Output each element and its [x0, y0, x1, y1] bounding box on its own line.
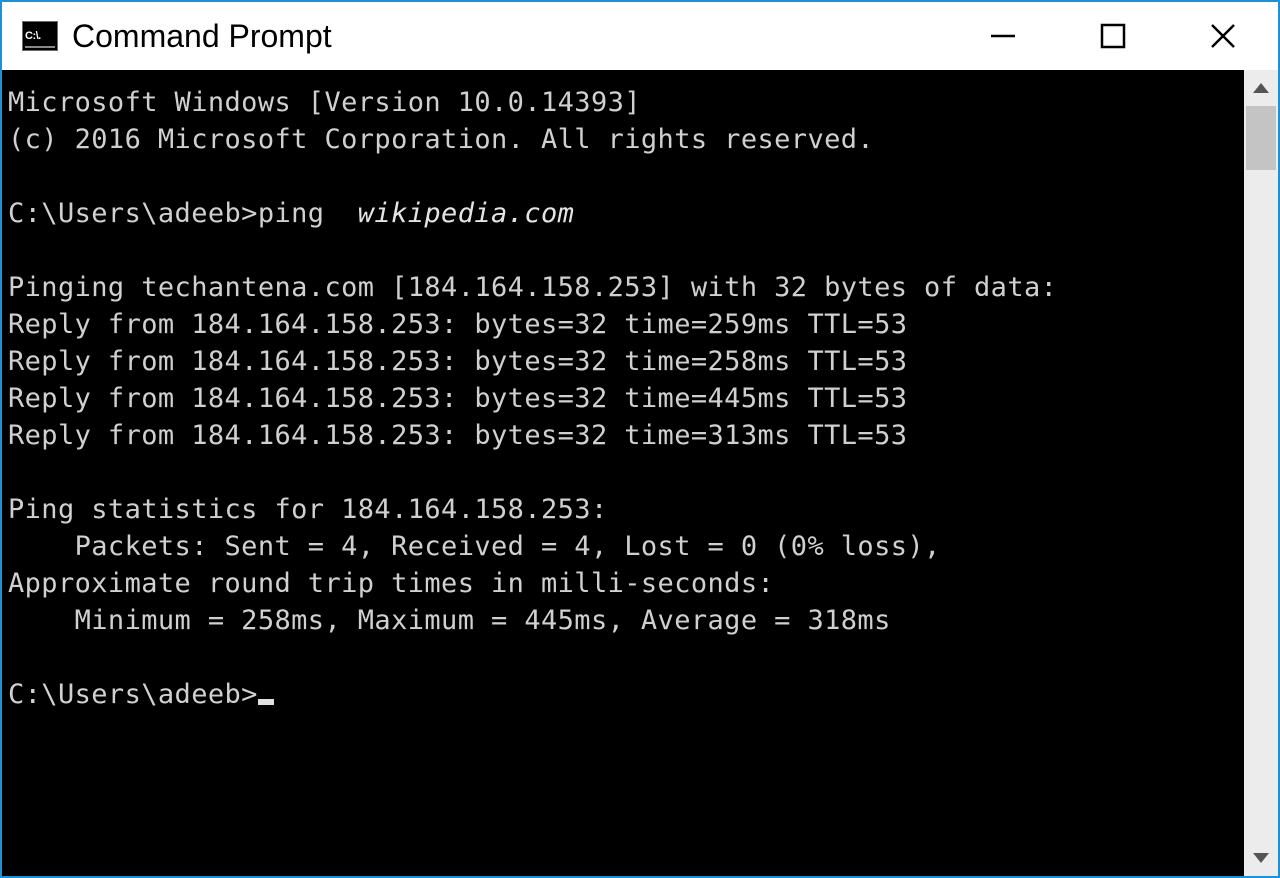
minimize-icon [989, 22, 1017, 50]
prompt-line-2: C:\Users\adeeb> [8, 679, 258, 710]
line-copyright: (c) 2016 Microsoft Corporation. All righ… [8, 124, 874, 155]
stats-rtt-header: Approximate round trip times in milli-se… [8, 568, 774, 599]
scroll-thumb[interactable] [1246, 106, 1276, 170]
chevron-down-icon [1253, 853, 1269, 863]
window-title: Command Prompt [72, 18, 332, 55]
scroll-down-button[interactable] [1244, 840, 1278, 876]
stats-rtt: Minimum = 258ms, Maximum = 445ms, Averag… [8, 605, 891, 636]
close-button[interactable] [1168, 2, 1278, 70]
scroll-track[interactable] [1244, 106, 1278, 840]
window-controls [948, 2, 1278, 70]
client-area: Microsoft Windows [Version 10.0.14393] (… [2, 70, 1278, 876]
close-icon [1209, 22, 1237, 50]
ping-header: Pinging techantena.com [184.164.158.253]… [8, 272, 1057, 303]
line-version: Microsoft Windows [Version 10.0.14393] [8, 87, 641, 118]
chevron-up-icon [1253, 83, 1269, 93]
prompt-line-1: C:\Users\adeeb>ping wikipedia.com [8, 198, 574, 229]
stats-packets: Packets: Sent = 4, Received = 4, Lost = … [8, 531, 941, 562]
ping-reply-2: Reply from 184.164.158.253: bytes=32 tim… [8, 346, 907, 377]
ping-reply-3: Reply from 184.164.158.253: bytes=32 tim… [8, 383, 907, 414]
terminal-output[interactable]: Microsoft Windows [Version 10.0.14393] (… [2, 70, 1244, 876]
maximize-icon [1100, 23, 1126, 49]
minimize-button[interactable] [948, 2, 1058, 70]
titlebar[interactable]: C:\. Command Prompt [2, 2, 1278, 70]
ping-reply-1: Reply from 184.164.158.253: bytes=32 tim… [8, 309, 907, 340]
vertical-scrollbar[interactable] [1244, 70, 1278, 876]
typed-command: wikipedia.com [358, 198, 575, 229]
cursor [258, 699, 274, 705]
maximize-button[interactable] [1058, 2, 1168, 70]
stats-header: Ping statistics for 184.164.158.253: [8, 494, 608, 525]
ping-reply-4: Reply from 184.164.158.253: bytes=32 tim… [8, 420, 907, 451]
command-prompt-icon: C:\. [22, 21, 58, 51]
command-prompt-window: C:\. Command Prompt Microsoft Wind [0, 0, 1280, 878]
scroll-up-button[interactable] [1244, 70, 1278, 106]
